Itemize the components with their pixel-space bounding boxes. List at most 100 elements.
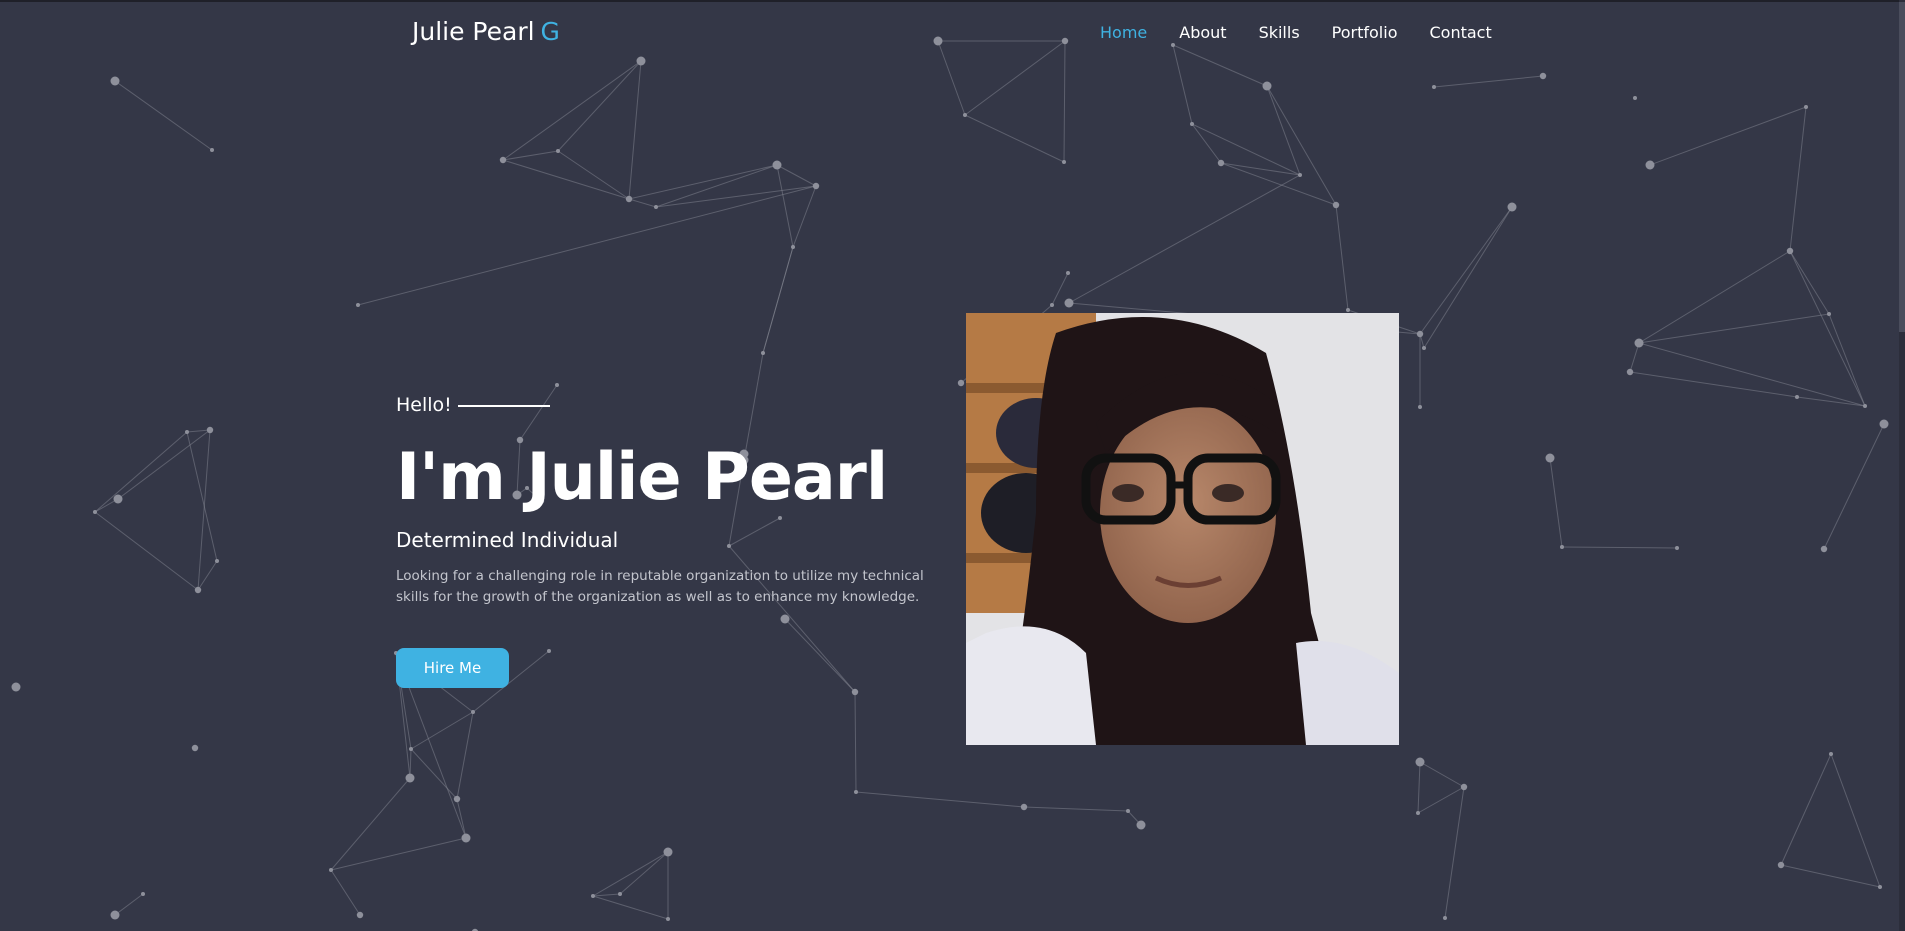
particle-link bbox=[1823, 423, 1885, 550]
particle-dot bbox=[11, 682, 21, 692]
particle-link bbox=[1444, 786, 1465, 919]
particle-link bbox=[1419, 761, 1465, 788]
particle-link bbox=[1828, 313, 1866, 407]
particle-dot bbox=[453, 795, 461, 803]
particle-dot bbox=[141, 892, 145, 896]
particle-link bbox=[792, 185, 817, 248]
particle-dot bbox=[1878, 885, 1882, 889]
particle-link bbox=[619, 851, 669, 895]
nav-link-portfolio[interactable]: Portfolio bbox=[1332, 23, 1398, 42]
particle-dot bbox=[1777, 861, 1785, 869]
nav-link-skills[interactable]: Skills bbox=[1259, 23, 1300, 42]
particle-dot bbox=[1066, 271, 1070, 275]
particle-dot bbox=[854, 790, 858, 794]
particle-dot bbox=[1545, 453, 1555, 463]
site-logo[interactable]: Julie Pearl G bbox=[412, 17, 560, 46]
particle-dot bbox=[1217, 159, 1225, 167]
particle-dot bbox=[1416, 811, 1420, 815]
particle-dot bbox=[1416, 330, 1424, 338]
particle-dot bbox=[1126, 809, 1130, 813]
particle-dot bbox=[1633, 96, 1637, 100]
particle-dot bbox=[1645, 160, 1655, 170]
particle-dot bbox=[591, 894, 595, 898]
particle-link bbox=[1638, 313, 1830, 344]
particle-dot bbox=[113, 494, 123, 504]
particle-dot bbox=[556, 149, 560, 153]
particle-dot bbox=[618, 892, 622, 896]
particle-dot bbox=[185, 430, 189, 434]
particle-link bbox=[502, 150, 559, 161]
particle-link bbox=[1549, 457, 1563, 548]
particle-dot bbox=[812, 182, 820, 190]
particle-link bbox=[1789, 250, 1866, 407]
particle-dot bbox=[194, 586, 202, 594]
particle-dot bbox=[772, 160, 782, 170]
particle-dot bbox=[215, 559, 219, 563]
particle-link bbox=[1638, 250, 1791, 344]
particle-dot bbox=[1062, 160, 1066, 164]
particle-dot bbox=[1050, 303, 1054, 307]
particle-dot bbox=[1298, 173, 1302, 177]
particle-dot bbox=[1829, 752, 1833, 756]
particle-dot bbox=[663, 847, 673, 857]
nav-link-home[interactable]: Home bbox=[1100, 23, 1147, 42]
particle-dot bbox=[654, 205, 658, 209]
particle-dot bbox=[110, 910, 120, 920]
particle-link bbox=[964, 114, 1065, 163]
particle-link bbox=[592, 893, 621, 897]
particle-dot bbox=[1432, 85, 1436, 89]
main-nav: Home About Skills Portfolio Contact bbox=[1100, 23, 1524, 42]
particle-dot bbox=[471, 710, 475, 714]
particle-link bbox=[410, 748, 458, 800]
particle-link bbox=[592, 895, 669, 920]
particle-dot bbox=[1879, 419, 1889, 429]
particle-link bbox=[1068, 174, 1301, 304]
particle-link bbox=[330, 869, 361, 916]
particle-dot bbox=[851, 688, 859, 696]
particle-link bbox=[1649, 106, 1807, 166]
particle-link bbox=[628, 198, 657, 208]
particle-dot bbox=[761, 351, 765, 355]
particle-link bbox=[1830, 753, 1881, 888]
particle-dot bbox=[1675, 546, 1679, 550]
hire-me-button[interactable]: Hire Me bbox=[396, 647, 509, 688]
particle-link bbox=[557, 60, 642, 152]
particle-link bbox=[186, 429, 211, 433]
greeting-row: Hello! bbox=[396, 390, 956, 420]
nav-link-contact[interactable]: Contact bbox=[1429, 23, 1491, 42]
particle-dot bbox=[625, 195, 633, 203]
particle-dot bbox=[1020, 803, 1028, 811]
particle-dot bbox=[1460, 783, 1468, 791]
particle-link bbox=[197, 429, 211, 591]
nav-link-about[interactable]: About bbox=[1179, 23, 1226, 42]
particle-dot bbox=[791, 245, 795, 249]
particle-link bbox=[94, 511, 199, 591]
particle-link bbox=[1561, 546, 1678, 549]
particle-link bbox=[1780, 753, 1832, 866]
particle-dot bbox=[1064, 298, 1074, 308]
particle-dot bbox=[1415, 757, 1425, 767]
particle-dot bbox=[1827, 312, 1831, 316]
particle-dot bbox=[957, 379, 965, 387]
particle-link bbox=[357, 185, 817, 306]
particle-link bbox=[114, 80, 213, 151]
particle-link bbox=[330, 837, 467, 871]
particle-dot bbox=[1136, 820, 1146, 830]
particle-dot bbox=[1332, 201, 1340, 209]
particle-link bbox=[1629, 371, 1798, 398]
particle-dot bbox=[356, 911, 364, 919]
particle-link bbox=[114, 893, 144, 916]
particle-link bbox=[854, 691, 857, 793]
particle-link bbox=[628, 60, 642, 200]
greeting-text: Hello! bbox=[396, 394, 452, 416]
particle-dot bbox=[499, 156, 507, 164]
particle-dot bbox=[461, 833, 471, 843]
particle-link bbox=[1419, 206, 1513, 335]
profile-photo bbox=[966, 313, 1399, 745]
particle-link bbox=[1417, 786, 1465, 814]
particle-dot bbox=[329, 868, 333, 872]
particle-link bbox=[592, 851, 669, 897]
particle-link bbox=[1789, 250, 1830, 315]
greeting-divider bbox=[457, 405, 550, 407]
particle-link bbox=[1423, 206, 1513, 349]
